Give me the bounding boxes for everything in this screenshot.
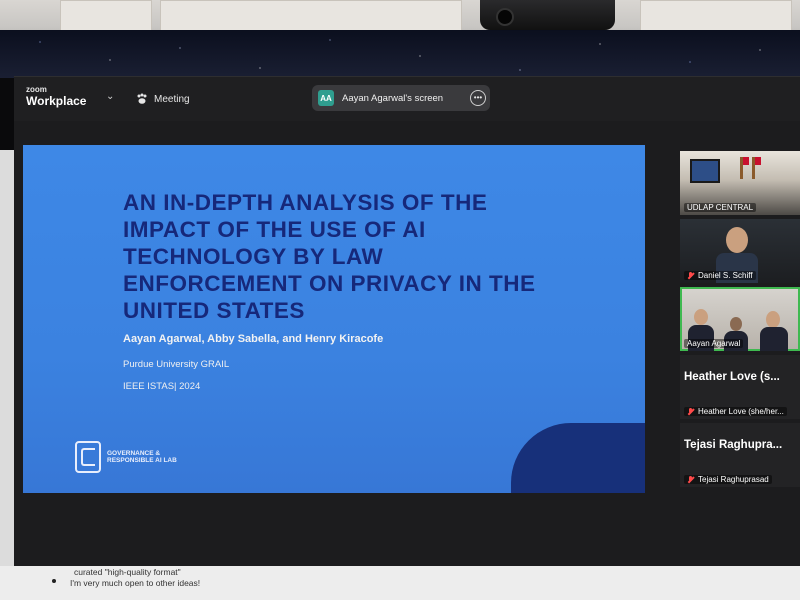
- meeting-label: Meeting: [154, 93, 190, 105]
- background-document: curated "high-quality format" I'm very m…: [0, 566, 800, 600]
- mic-muted-icon: [687, 271, 695, 280]
- meeting-icon: [136, 93, 148, 105]
- grail-logo-text: GOVERNANCE & RESPONSIBLE AI LAB: [107, 449, 177, 465]
- webcam-lens: [496, 8, 514, 26]
- participant-tile[interactable]: Tejasi Raghupra... Tejasi Raghuprasad: [680, 423, 800, 487]
- participant-name-text: UDLAP CENTRAL: [687, 203, 754, 212]
- shared-slide: AN IN-DEPTH ANALYSIS OF THE IMPACT OF TH…: [23, 145, 645, 493]
- webcam: [480, 0, 615, 30]
- background-window-edge: [0, 150, 14, 566]
- chevron-down-icon[interactable]: ⌄: [106, 91, 114, 102]
- participant-face: [694, 309, 708, 325]
- document-line: I'm very much open to other ideas!: [70, 578, 201, 588]
- participant-tile[interactable]: Heather Love (s... Heather Love (she/her…: [680, 355, 800, 419]
- slide-title: AN IN-DEPTH ANALYSIS OF THE IMPACT OF TH…: [123, 190, 536, 323]
- participant-name: Daniel S. Schiff: [684, 271, 756, 280]
- participant-name: UDLAP CENTRAL: [684, 203, 757, 212]
- meeting-button[interactable]: Meeting: [136, 89, 190, 109]
- bullet-icon: [52, 579, 56, 583]
- brand-big: Workplace: [26, 94, 87, 108]
- document-line: curated "high-quality format": [74, 567, 181, 577]
- mic-muted-icon: [687, 407, 695, 416]
- slide-authors: Aayan Agarwal, Abby Sabella, and Henry K…: [123, 333, 384, 345]
- participant-tile[interactable]: Aayan Agarwal: [680, 287, 800, 351]
- slide-venue: IEEE ISTAS| 2024: [123, 381, 201, 392]
- grail-logo-icon: [75, 441, 101, 473]
- share-label: Aayan Agarwal's screen: [342, 92, 444, 104]
- participants-panel: UDLAP CENTRAL Daniel S. Schiff Aayan Aga…: [680, 151, 800, 571]
- participant-name-text: Heather Love (she/her...: [698, 407, 784, 416]
- zoom-workplace-logo[interactable]: zoom Workplace: [26, 85, 86, 108]
- participant-name-text: Tejasi Raghuprasad: [698, 475, 769, 484]
- more-options-icon[interactable]: •••: [470, 90, 486, 106]
- participant-display-name: Tejasi Raghupra...: [684, 439, 783, 451]
- zoom-top-bar: zoom Workplace ⌄ Meeting AA Aayan Agarwa…: [14, 77, 800, 121]
- participant-name-text: Daniel S. Schiff: [698, 271, 753, 280]
- participant-face: [730, 317, 742, 331]
- participant-face: [766, 311, 780, 328]
- slide-affiliation: Purdue University GRAIL: [123, 359, 230, 370]
- flag: [752, 157, 761, 179]
- participant-tile[interactable]: Daniel S. Schiff: [680, 219, 800, 283]
- flag: [740, 157, 749, 179]
- participant-name: Aayan Agarwal: [684, 339, 744, 348]
- tv-screen: [690, 159, 720, 183]
- desktop-wallpaper: [0, 30, 800, 78]
- participant-name-text: Aayan Agarwal: [687, 339, 741, 348]
- screen-share-indicator[interactable]: AA Aayan Agarwal's screen •••: [312, 85, 490, 111]
- zoom-window: zoom Workplace ⌄ Meeting AA Aayan Agarwa…: [14, 76, 800, 567]
- participant-display-name: Heather Love (s...: [684, 371, 780, 383]
- grail-logo: GOVERNANCE & RESPONSIBLE AI LAB: [75, 441, 177, 473]
- participant-name: Tejasi Raghuprasad: [684, 475, 772, 484]
- participant-tile[interactable]: UDLAP CENTRAL: [680, 151, 800, 215]
- slide-corner-shape: [511, 423, 645, 493]
- brand-small: zoom: [26, 85, 47, 94]
- participant-body: [760, 327, 788, 351]
- participant-name: Heather Love (she/her...: [684, 407, 787, 416]
- avatar: AA: [318, 90, 334, 106]
- mic-muted-icon: [687, 475, 695, 484]
- participant-face: [726, 227, 748, 253]
